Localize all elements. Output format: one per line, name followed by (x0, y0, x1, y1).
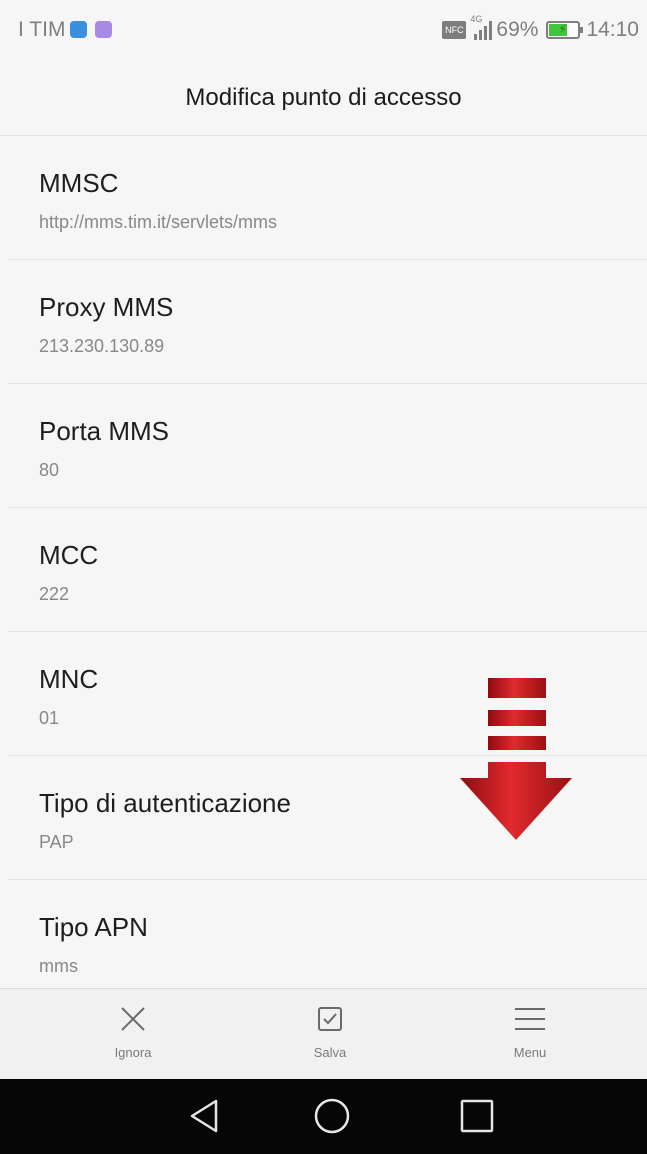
clock: 14:10 (586, 18, 639, 41)
field-mcc[interactable]: MCC 222 (8, 508, 647, 632)
apn-settings-list[interactable]: MMSC http://mms.tim.it/servlets/mms Prox… (0, 136, 647, 988)
field-label: MCC (39, 540, 99, 570)
page-title: Modifica punto di accesso (185, 83, 462, 111)
charging-icon: ⚡ (558, 22, 567, 36)
system-navigation-bar (0, 1079, 647, 1154)
menu-label: Menu (513, 1045, 547, 1060)
battery-icon: ⚡ (546, 21, 584, 39)
bottom-action-bar: Ignora Salva Menu (0, 988, 647, 1080)
ignora-button[interactable]: Ignora (73, 989, 193, 1080)
title-bar: Modifica punto di accesso (0, 60, 647, 136)
status-bar: I TIM NFC 4G 69% ⚡ 14:10 (0, 0, 647, 60)
salva-button[interactable]: Salva (270, 989, 390, 1080)
recents-icon (460, 1099, 494, 1133)
field-label: MNC (39, 664, 99, 694)
field-porta-mms[interactable]: Porta MMS 80 (8, 384, 647, 508)
carrier-name: I TIM (18, 18, 66, 41)
scroll-down-arrow-icon (460, 678, 572, 840)
back-icon (190, 1099, 218, 1133)
field-label: Tipo APN (39, 912, 148, 942)
notification-app-icon (95, 21, 112, 38)
field-value: 222 (39, 584, 70, 604)
field-label: Proxy MMS (39, 292, 174, 322)
field-label: Porta MMS (39, 416, 170, 446)
field-value: 213.230.130.89 (39, 336, 165, 356)
recents-button[interactable] (437, 1079, 517, 1154)
ignora-label: Ignora (114, 1045, 152, 1060)
home-button[interactable] (292, 1079, 372, 1154)
field-label: Tipo di autenticazione (39, 788, 291, 818)
status-indicators: NFC 4G 69% ⚡ 14:10 (442, 14, 639, 42)
battery-percent: 69% (496, 18, 539, 41)
field-tipo-apn[interactable]: Tipo APN mms (8, 880, 647, 988)
field-value: mms (39, 956, 78, 976)
home-icon (314, 1098, 350, 1134)
field-value: 01 (39, 708, 60, 728)
salva-label: Salva (313, 1045, 347, 1060)
field-label: MMSC (39, 168, 119, 198)
field-value: 80 (39, 460, 60, 480)
signal-icon: 4G (470, 14, 493, 40)
network-type: 4G (470, 14, 483, 24)
menu-icon (515, 1008, 545, 1030)
close-icon (121, 1007, 145, 1031)
field-value: PAP (39, 832, 74, 852)
notification-app-icon (70, 21, 87, 38)
nfc-icon: NFC (442, 21, 467, 39)
checkbox-check-icon (318, 1007, 342, 1031)
field-value: http://mms.tim.it/servlets/mms (39, 212, 278, 232)
back-button[interactable] (164, 1079, 244, 1154)
field-mmsc[interactable]: MMSC http://mms.tim.it/servlets/mms (8, 136, 647, 260)
menu-button[interactable]: Menu (470, 989, 590, 1080)
field-proxy-mms[interactable]: Proxy MMS 213.230.130.89 (8, 260, 647, 384)
